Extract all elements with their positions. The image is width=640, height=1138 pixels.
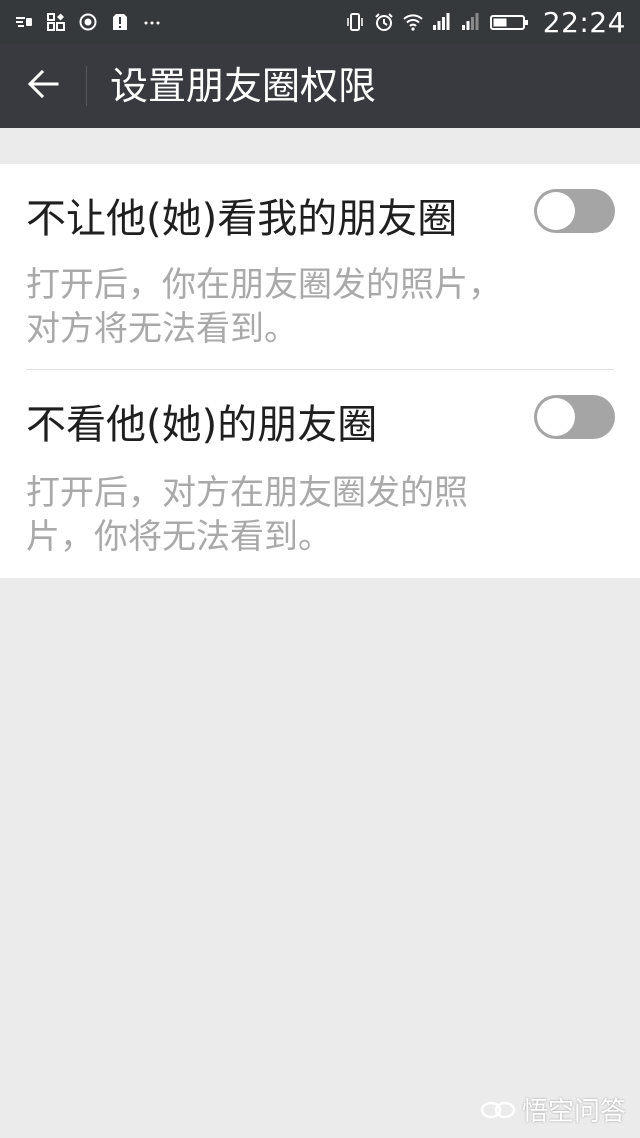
more-icon [142, 12, 162, 32]
back-button[interactable] [18, 62, 68, 110]
back-arrow-icon [26, 67, 60, 105]
page-title: 设置朋友圈权限 [110, 64, 377, 108]
status-bar-left [14, 0, 162, 44]
toggle-knob [537, 192, 575, 230]
alarm-icon [374, 12, 394, 32]
wukong-logo-icon [480, 1097, 516, 1123]
battery-icon [489, 12, 530, 32]
row-divider [26, 369, 614, 370]
app-bar-divider [86, 66, 87, 106]
status-time: 22:24 [542, 5, 626, 39]
wifi-icon [403, 12, 423, 32]
setting-description-line-1: 打开后，你在朋友圈发的照片， [26, 265, 502, 305]
toggle-hide-my-moments[interactable] [534, 189, 615, 233]
watermark-text: 悟空问答 [521, 1097, 626, 1127]
watermark: 悟空问答 [480, 1091, 626, 1128]
sim-icon [14, 12, 34, 32]
status-bar: 22:24 [0, 0, 640, 44]
alert-icon [110, 12, 130, 32]
signal-1-icon [432, 12, 452, 32]
setting-title: 不看他(她)的朋友圈 [26, 402, 378, 448]
status-bar-right: 22:24 [345, 0, 626, 44]
apps-icon [46, 12, 66, 32]
toggle-knob [537, 398, 575, 436]
setting-description-line-2: 片，你将无法看到。 [26, 517, 332, 557]
setting-hide-my-moments: 不让他(她)看我的朋友圈 打开后，你在朋友圈发的照片， 对方将无法看到。 [0, 186, 640, 366]
setting-description-line-2: 对方将无法看到。 [26, 309, 298, 349]
toggle-hide-their-moments[interactable] [534, 395, 615, 439]
app-bar: 设置朋友圈权限 [0, 44, 640, 128]
settings-list: 不让他(她)看我的朋友圈 打开后，你在朋友圈发的照片， 对方将无法看到。 不看他… [0, 164, 640, 578]
vibrate-icon [345, 12, 365, 32]
setting-description-line-1: 打开后，对方在朋友圈发的照 [26, 473, 468, 513]
signal-2-icon [461, 12, 481, 32]
setting-hide-their-moments: 不看他(她)的朋友圈 打开后，对方在朋友圈发的照 片，你将无法看到。 [0, 392, 640, 572]
circle-icon [78, 12, 98, 32]
setting-title: 不让他(她)看我的朋友圈 [26, 196, 458, 242]
